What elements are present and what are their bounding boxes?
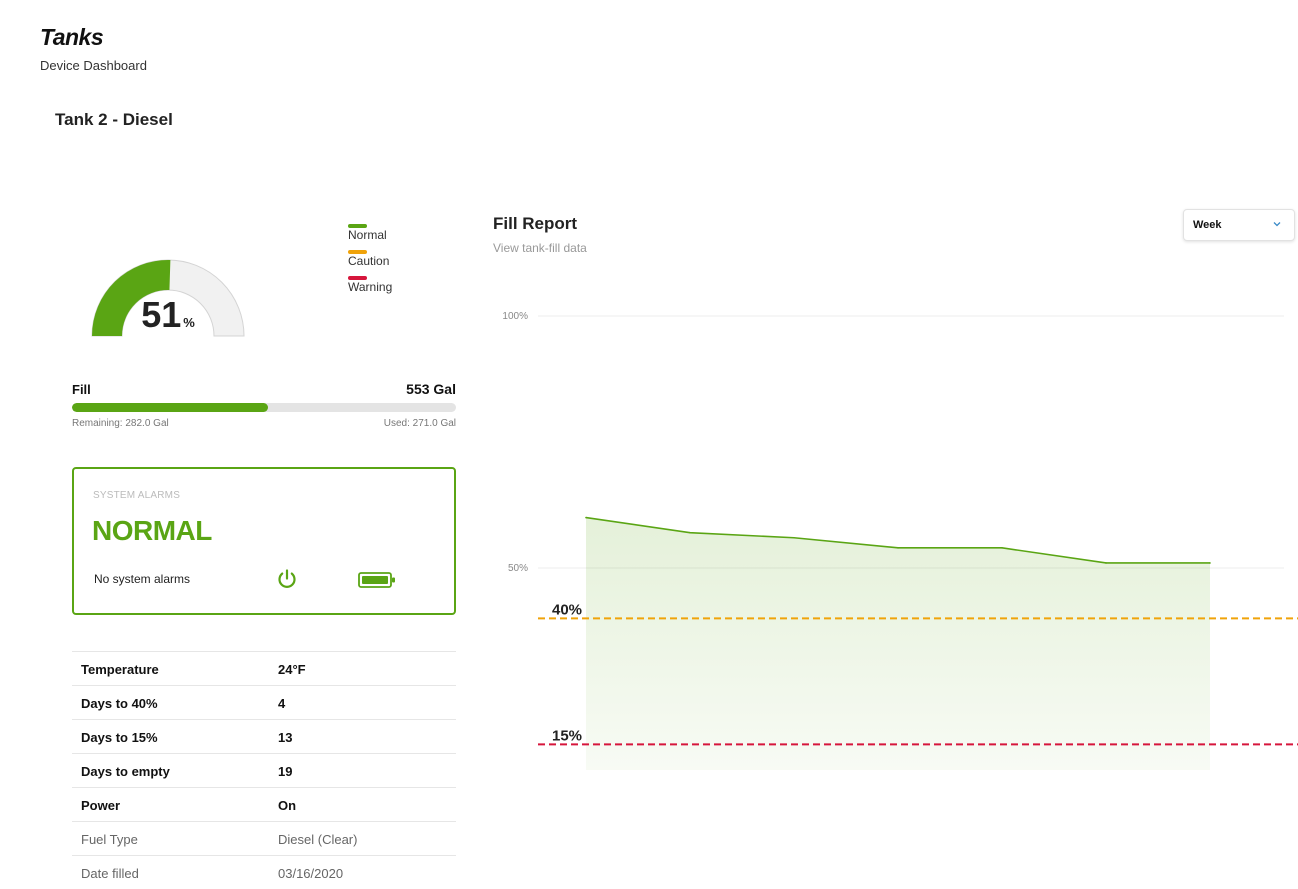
data-point <box>585 516 587 519</box>
time-range-value: Week <box>1193 219 1222 231</box>
legend-item-warning: Warning <box>348 276 392 302</box>
data-point <box>1105 562 1107 564</box>
gauge-value-number: 51 <box>141 294 182 335</box>
stat-row-power: Power On <box>72 787 456 821</box>
legend-label-warning: Warning <box>348 280 393 294</box>
data-point <box>689 531 691 534</box>
tank-name: Tank 2 - Diesel <box>55 110 173 129</box>
alarm-caption: SYSTEM ALARMS <box>93 490 181 501</box>
stat-value: On <box>278 798 297 813</box>
battery-icon <box>358 572 395 588</box>
data-point <box>793 536 795 539</box>
power-icon <box>278 569 296 588</box>
data-point <box>897 547 899 549</box>
stat-label: Days to 15% <box>81 730 158 745</box>
fill-report-title: Fill Report <box>493 214 578 233</box>
stat-row-fuel-type: Fuel Type Diesel (Clear) <box>72 821 456 855</box>
y-tick-label: 50% <box>508 563 528 574</box>
chevron-down-icon <box>1273 222 1281 227</box>
data-point <box>1001 547 1003 549</box>
app-title: Tanks <box>40 24 104 50</box>
fill-progress-track <box>72 403 456 412</box>
threshold-label: 40% <box>552 601 582 618</box>
legend-item-caution: Caution <box>348 250 392 276</box>
alarm-message: No system alarms <box>94 572 191 586</box>
stat-value: 19 <box>278 764 293 779</box>
stat-label: Temperature <box>81 662 159 677</box>
stat-value: Diesel (Clear) <box>278 832 358 847</box>
alarm-status: NORMAL <box>92 515 212 546</box>
stat-value: 13 <box>278 730 293 745</box>
legend-label-caution: Caution <box>348 254 390 268</box>
stat-row-temperature: Temperature 24°F <box>72 651 456 685</box>
status-legend: Normal Caution Warning <box>348 224 392 302</box>
time-range-select[interactable]: Week <box>1183 209 1295 241</box>
stat-row-date-filled: Date filled 03/16/2020 <box>72 855 456 889</box>
fill-report-subtitle: View tank-fill data <box>493 241 587 255</box>
legend-item-normal: Normal <box>348 224 392 250</box>
fill-report-chart: 0%50%100%40%15%Mar 26Mar 27Mar 28Mar 29M… <box>502 311 1298 770</box>
stat-row-days-to-empty: Days to empty 19 <box>72 753 456 787</box>
stat-label: Fuel Type <box>81 832 138 847</box>
gauge-value: 51% <box>88 294 248 336</box>
fill-remaining: Remaining: 282.0 Gal <box>72 418 169 429</box>
stat-label: Power <box>81 798 121 813</box>
gauge-value-unit: % <box>183 315 195 330</box>
fill-used: Used: 271.0 Gal <box>383 418 456 429</box>
stat-value: 4 <box>278 696 286 711</box>
y-tick-label: 100% <box>502 311 528 322</box>
stat-row-days-to-15: Days to 15% 13 <box>72 719 456 753</box>
stat-label: Days to 40% <box>81 696 158 711</box>
stat-label: Date filled <box>81 866 139 881</box>
stat-label: Days to empty <box>81 764 170 779</box>
fill-amount: 553 Gal <box>406 381 456 397</box>
series-area <box>586 517 1210 770</box>
threshold-label: 15% <box>552 727 582 744</box>
app-subtitle: Device Dashboard <box>40 58 147 73</box>
stat-value: 03/16/2020 <box>278 866 344 881</box>
stat-row-days-to-40: Days to 40% 4 <box>72 685 456 719</box>
legend-label-normal: Normal <box>348 228 387 242</box>
data-point <box>1209 562 1211 564</box>
stat-value: 24°F <box>278 662 306 677</box>
fill-progress-bar <box>72 403 268 412</box>
tank-stats-table: Temperature 24°F Days to 40% 4 Days to 1… <box>72 651 456 889</box>
fill-label: Fill <box>72 382 91 397</box>
